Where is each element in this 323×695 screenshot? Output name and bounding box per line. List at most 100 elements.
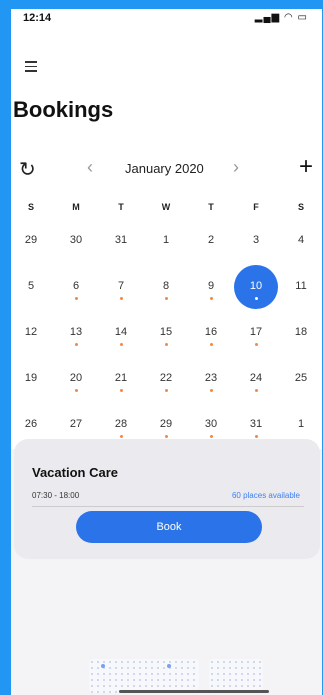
day-number: 5	[27, 280, 35, 292]
day-number: 16	[204, 326, 218, 338]
day-number: 28	[114, 418, 128, 430]
calendar-day[interactable]: 17	[236, 323, 276, 363]
availability-dot	[209, 389, 213, 392]
availability-dot	[254, 343, 258, 346]
calendar-day-selected[interactable]: 10	[234, 265, 278, 317]
calendar-day[interactable]: 18	[281, 323, 321, 363]
availability-dot	[254, 297, 258, 300]
availability-dot	[254, 389, 258, 392]
divider	[32, 506, 304, 507]
program-hours: 07:30 - 18:00	[32, 491, 80, 500]
page-title: Bookings	[13, 97, 114, 122]
day-number: 10	[249, 280, 263, 292]
calendar-day[interactable]: 31	[101, 231, 141, 271]
calendar-day[interactable]: 21	[101, 369, 141, 409]
book-button[interactable]: Book	[76, 511, 262, 543]
availability-dot	[119, 297, 123, 300]
battery-icon: ▭	[297, 12, 308, 23]
calendar-day[interactable]: 11	[281, 277, 321, 317]
device-frame: 12:14 ▂▄▆ ◠ ▭ Bookings ↻ ‹ January 2020 …	[0, 0, 323, 695]
refresh-icon[interactable]: ↻	[19, 157, 36, 182]
month-label: January 2020	[125, 161, 204, 176]
calendar-day[interactable]: 19	[11, 369, 51, 409]
calendar-day[interactable]: 1	[146, 231, 186, 271]
hamburger-menu-icon[interactable]	[25, 61, 37, 72]
weekday-label: W	[161, 202, 171, 212]
calendar-day[interactable]: 29	[11, 231, 51, 271]
calendar-day[interactable]: 4	[281, 231, 321, 271]
day-number: 14	[114, 326, 128, 338]
home-indicator	[119, 690, 269, 693]
add-booking-icon[interactable]: +	[299, 153, 313, 181]
preview-dot	[101, 664, 105, 668]
day-number: 1	[297, 418, 305, 430]
day-number: 8	[162, 280, 170, 292]
calendar-day[interactable]: 23	[191, 369, 231, 409]
availability-dot	[164, 343, 168, 346]
calendar-day[interactable]: 16	[191, 323, 231, 363]
calendar-day[interactable]: 22	[146, 369, 186, 409]
day-number: 6	[72, 280, 80, 292]
calendar-day[interactable]: 7	[101, 277, 141, 317]
day-number: 31	[249, 418, 263, 430]
availability-dot	[164, 389, 168, 392]
day-number: 17	[249, 326, 263, 338]
status-time: 12:14	[23, 12, 52, 24]
calendar-day[interactable]: 20	[56, 369, 96, 409]
prev-month-chevron-icon[interactable]: ‹	[87, 157, 93, 178]
day-number: 11	[295, 280, 307, 292]
day-number: 22	[159, 372, 173, 384]
calendar-day[interactable]: 24	[236, 369, 276, 409]
status-bar: 12:14 ▂▄▆ ◠ ▭	[11, 9, 322, 31]
calendar-day[interactable]: 13	[56, 323, 96, 363]
day-number: 7	[117, 280, 125, 292]
day-number: 29	[24, 234, 38, 246]
availability-dot	[74, 389, 78, 392]
calendar-day[interactable]: 14	[101, 323, 141, 363]
weekday-label: T	[208, 202, 214, 212]
day-number: 1	[162, 234, 170, 246]
weekday-label: M	[72, 202, 80, 212]
day-number: 13	[69, 326, 83, 338]
availability-dot	[119, 389, 123, 392]
calendar-day[interactable]: 12	[11, 323, 51, 363]
weekday-label: S	[297, 202, 304, 212]
availability-dot	[209, 343, 213, 346]
day-number: 29	[159, 418, 173, 430]
app-screen: 12:14 ▂▄▆ ◠ ▭ Bookings ↻ ‹ January 2020 …	[11, 9, 322, 695]
calendar-day[interactable]: 6	[56, 277, 96, 317]
preview-dot	[167, 664, 171, 668]
calendar-day[interactable]: 2	[191, 231, 231, 271]
weekday-label: T	[118, 202, 124, 212]
availability-dot	[254, 435, 258, 438]
day-number: 30	[204, 418, 218, 430]
availability-dot	[119, 343, 123, 346]
places-available: 60 places available	[231, 491, 300, 500]
calendar-day[interactable]: 30	[56, 231, 96, 271]
day-number: 23	[204, 372, 218, 384]
day-number: 30	[69, 234, 83, 246]
calendar-day[interactable]: 5	[11, 277, 51, 317]
day-number: 26	[24, 418, 38, 430]
calendar-day[interactable]: 8	[146, 277, 186, 317]
day-number: 2	[207, 234, 215, 246]
signal-icon: ▂▄▆	[254, 12, 281, 23]
availability-dot	[74, 343, 78, 346]
availability-dot	[164, 297, 168, 300]
calendar-day[interactable]: 15	[146, 323, 186, 363]
day-number: 27	[69, 418, 83, 430]
day-number: 3	[252, 234, 260, 246]
day-number: 12	[24, 326, 38, 338]
availability-dot	[74, 297, 78, 300]
day-number: 15	[159, 326, 173, 338]
weekday-label: F	[253, 202, 259, 212]
day-number: 31	[114, 234, 128, 246]
preview-panel-right	[209, 659, 263, 693]
status-icons: ▂▄▆ ◠ ▭	[255, 12, 308, 23]
availability-dot	[209, 297, 213, 300]
calendar-day[interactable]: 9	[191, 277, 231, 317]
calendar-day[interactable]: 25	[281, 369, 321, 409]
wifi-icon: ◠	[284, 12, 294, 23]
weekday-header: SMTWTFS	[11, 202, 322, 216]
next-month-chevron-icon[interactable]: ›	[233, 157, 239, 178]
